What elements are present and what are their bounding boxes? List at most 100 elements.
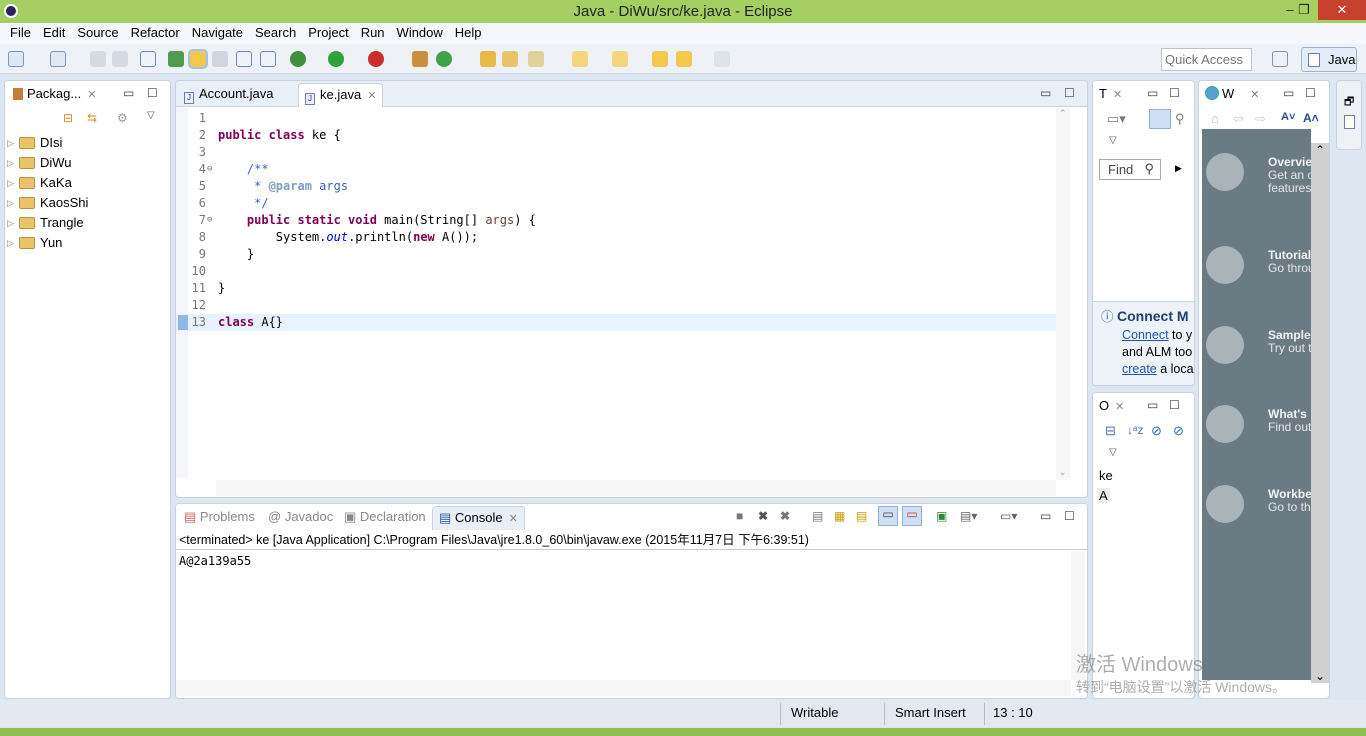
horizontal-scrollbar[interactable] xyxy=(216,480,1056,496)
show-on-stdout-icon[interactable]: ▭ xyxy=(878,506,898,526)
collapse-all-icon[interactable]: ⊟ xyxy=(1105,423,1116,439)
code-editor[interactable]: 1 2 public class ke {3 4 /** ⊖ 5 * @param arg… xyxy=(176,108,1056,478)
menu-refactor[interactable]: Refactor xyxy=(125,23,186,44)
menu-edit[interactable]: Edit xyxy=(37,23,71,44)
minimize-icon[interactable]: ▭ xyxy=(1283,86,1294,100)
forward-icon[interactable] xyxy=(714,51,730,67)
prev-annotation-icon[interactable] xyxy=(612,51,628,67)
last-edit-icon[interactable] xyxy=(652,51,668,67)
hide-fields-icon[interactable]: ⊘ xyxy=(1151,423,1162,439)
tab-package-explorer[interactable]: Packag... ✕ xyxy=(7,83,102,107)
menu-search[interactable]: Search xyxy=(249,23,302,44)
save-all-icon[interactable] xyxy=(112,51,128,67)
tab-outline[interactable]: O ✕ xyxy=(1093,395,1130,419)
expand-icon[interactable]: ▷ xyxy=(7,173,14,193)
menu-run[interactable]: Run xyxy=(355,23,391,44)
external-tools-icon[interactable] xyxy=(368,51,384,67)
outline-item[interactable]: ke xyxy=(1099,468,1113,483)
scroll-up-icon[interactable]: ⌃ xyxy=(1315,143,1325,157)
minimize-icon[interactable]: ▭ xyxy=(123,86,134,100)
code-line[interactable]: 11} xyxy=(176,280,1056,297)
quick-access-input[interactable] xyxy=(1161,48,1252,71)
filter-icon[interactable]: ⚙ xyxy=(117,111,128,125)
forward-icon[interactable]: ⇨ xyxy=(1255,111,1266,127)
vertical-scrollbar[interactable]: ⌃ ⌄ xyxy=(1056,108,1070,480)
tab-ke-java[interactable]: Jke.java ✕ xyxy=(298,83,384,107)
menu-project[interactable]: Project xyxy=(302,23,354,44)
restore-icon[interactable]: 🗗 xyxy=(1344,93,1354,112)
reduce-font-icon[interactable]: A˅ xyxy=(1281,111,1295,123)
code-line[interactable]: 9 } xyxy=(176,246,1056,263)
code-line[interactable]: 10 xyxy=(176,263,1056,280)
restore-button[interactable]: ❐ xyxy=(1290,0,1318,20)
welcome-tutorials[interactable]: TutorialsGo throu xyxy=(1206,246,1316,306)
welcome-whats-new[interactable]: What's NewFind out xyxy=(1206,405,1316,465)
next-annotation-icon[interactable] xyxy=(572,51,588,67)
clear-console-icon[interactable]: ▤ xyxy=(812,509,823,523)
maximize-icon[interactable]: ☐ xyxy=(1064,86,1075,100)
menu-help[interactable]: Help xyxy=(449,23,488,44)
tree-item-project[interactable]: ▷ KaosShi xyxy=(5,193,170,213)
back-icon[interactable]: ⇦ xyxy=(1233,111,1244,127)
maximize-icon[interactable]: ☐ xyxy=(147,86,158,100)
welcome-workbench[interactable]: WorkbenchGo to the xyxy=(1206,485,1316,545)
scroll-down-icon[interactable]: ⌄ xyxy=(1315,669,1325,683)
tree-item-project[interactable]: ▷ DiWu xyxy=(5,153,170,173)
welcome-samples[interactable]: SamplesTry out t xyxy=(1206,326,1316,386)
outline-item[interactable]: A xyxy=(1097,488,1110,503)
toggle-breadcrumb-icon[interactable] xyxy=(212,51,228,67)
close-icon[interactable]: ✕ xyxy=(509,513,518,525)
code-line[interactable]: 2 public class ke { xyxy=(176,127,1056,144)
view-menu-icon[interactable]: ▽ xyxy=(1109,135,1117,146)
close-icon[interactable]: ✕ xyxy=(1250,89,1259,101)
terminate-icon[interactable]: ■ xyxy=(736,509,743,523)
remove-all-terminated-icon[interactable]: ✖ xyxy=(780,509,790,523)
open-perspective-icon[interactable] xyxy=(1272,51,1288,67)
code-line[interactable]: 7 public static void main(String[] args)… xyxy=(176,212,1056,229)
new-package-icon[interactable] xyxy=(50,51,66,67)
debug-icon[interactable] xyxy=(290,51,306,67)
close-button[interactable]: ✕ xyxy=(1318,0,1366,20)
link-with-editor-icon[interactable]: ⇆ xyxy=(87,111,97,125)
code-line[interactable]: 6 */ xyxy=(176,195,1056,212)
maximize-icon[interactable]: ☐ xyxy=(1064,509,1075,523)
code-line[interactable]: 13 class A{} xyxy=(176,314,1056,331)
new-task-icon[interactable]: ▭▾ xyxy=(1107,111,1126,127)
pilcrow-icon[interactable] xyxy=(260,51,276,67)
tab-problems[interactable]: ▤ Problems xyxy=(178,506,261,530)
fold-icon[interactable]: ⊖ xyxy=(207,212,212,229)
menu-source[interactable]: Source xyxy=(71,23,124,44)
pin-console-icon[interactable]: ▣ xyxy=(936,509,947,523)
code-line[interactable]: 3 xyxy=(176,144,1056,161)
code-line[interactable]: 12 xyxy=(176,297,1056,314)
fold-icon[interactable]: ⊖ xyxy=(207,161,212,178)
console-horizontal-scrollbar[interactable] xyxy=(176,680,1071,696)
close-icon[interactable]: ✕ xyxy=(367,90,376,102)
minimize-icon[interactable]: ▭ xyxy=(1040,86,1051,100)
expand-icon[interactable]: ▷ xyxy=(7,233,14,253)
link-icon[interactable] xyxy=(140,51,156,67)
tree-item-project[interactable]: ▷ Trangle xyxy=(5,213,170,233)
code-line[interactable]: 4 /** ⊖ xyxy=(176,161,1056,178)
scheduled-icon[interactable]: ⚲ xyxy=(1175,111,1185,127)
find-input[interactable]: Find ⚲ xyxy=(1099,159,1161,180)
code-line[interactable]: 1 xyxy=(176,110,1056,127)
open-type-icon[interactable] xyxy=(168,51,184,67)
view-menu-icon[interactable]: ▽ xyxy=(1109,447,1117,458)
close-icon[interactable]: ✕ xyxy=(87,89,96,101)
remove-launch-icon[interactable]: ✖ xyxy=(758,509,768,523)
menu-file[interactable]: File xyxy=(4,23,37,44)
search-pen-icon[interactable] xyxy=(528,51,544,67)
close-icon[interactable]: ✕ xyxy=(1113,89,1122,101)
expand-icon[interactable]: ▷ xyxy=(7,213,14,233)
tab-welcome[interactable]: W ✕ xyxy=(1199,83,1266,107)
save-icon[interactable] xyxy=(90,51,106,67)
create-link[interactable]: create xyxy=(1122,362,1157,376)
code-line[interactable]: 8 System.out.println(new A()); xyxy=(176,229,1056,246)
close-icon[interactable]: ✕ xyxy=(1115,401,1124,413)
increase-font-icon[interactable]: A˄ xyxy=(1303,111,1319,125)
word-wrap-icon[interactable]: ▤ xyxy=(856,509,867,523)
welcome-overview[interactable]: OverviewGet an o features xyxy=(1206,153,1316,213)
home-icon[interactable]: ⌂ xyxy=(1211,111,1219,126)
menu-window[interactable]: Window xyxy=(391,23,449,44)
